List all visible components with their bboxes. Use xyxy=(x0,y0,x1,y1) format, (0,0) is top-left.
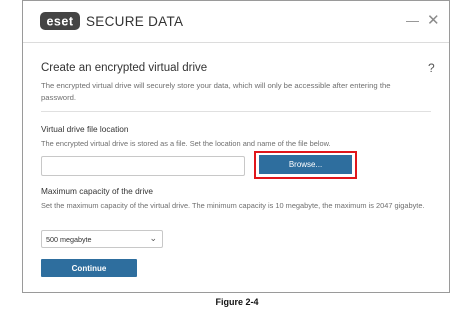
page-title: Create an encrypted virtual drive xyxy=(41,62,208,74)
eset-secure-data-window: eset SECURE DATA — ✕ Create an encrypted… xyxy=(22,0,450,293)
title-bar: eset SECURE DATA — ✕ xyxy=(23,1,449,43)
chevron-down-icon: ⌄ xyxy=(149,233,157,243)
eset-logo: eset xyxy=(40,12,80,30)
svg-text:eset: eset xyxy=(46,15,73,29)
divider xyxy=(41,111,431,112)
page-description: The encrypted virtual drive will securel… xyxy=(41,81,391,102)
file-location-description: The encrypted virtual drive is stored as… xyxy=(41,139,331,148)
capacity-label: Maximum capacity of the drive xyxy=(41,186,154,196)
file-location-label: Virtual drive file location xyxy=(41,124,129,134)
figure-caption: Figure 2-4 xyxy=(215,297,259,307)
capacity-description: Set the maximum capacity of the virtual … xyxy=(41,201,425,210)
app-title: SECURE DATA xyxy=(86,14,184,29)
browse-button[interactable]: Browse... xyxy=(259,155,352,174)
capacity-select[interactable]: 500 megabyte ⌄ xyxy=(41,230,163,248)
continue-button[interactable]: Continue xyxy=(41,259,137,277)
file-location-input[interactable] xyxy=(41,156,245,176)
close-icon[interactable]: ✕ xyxy=(427,13,440,29)
capacity-select-value: 500 megabyte xyxy=(46,234,92,244)
minimize-icon[interactable]: — xyxy=(406,13,419,29)
help-icon[interactable]: ? xyxy=(428,61,435,75)
